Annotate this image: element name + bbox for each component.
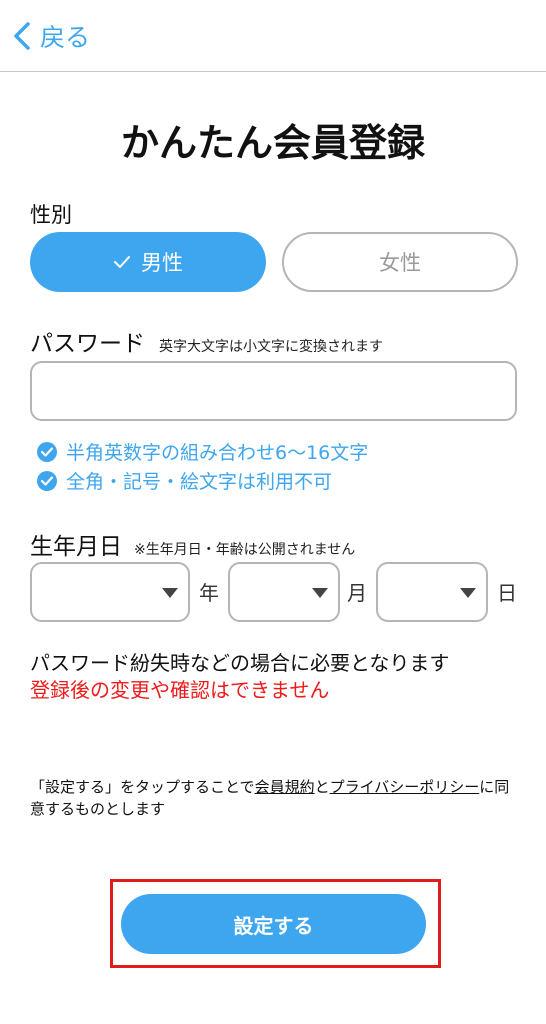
birthdate-label: 生年月日 [30, 534, 122, 560]
terms-prefix: 「設定する」をタップすることで [30, 778, 255, 796]
warning-text: 登録後の変更や確認はできません [30, 678, 330, 702]
chevron-down-icon [162, 588, 178, 598]
password-rule-1: 半角英数字の組み合わせ6〜16文字 [36, 438, 368, 465]
month-unit: 月 [347, 581, 367, 605]
chevron-down-icon [460, 588, 476, 598]
check-circle-icon [37, 470, 57, 491]
submit-button[interactable]: 設定する [121, 894, 426, 954]
birth-month-select[interactable] [228, 562, 340, 622]
birth-year-select[interactable] [30, 562, 190, 622]
password-rule-2-text: 全角・記号・絵文字は利用不可 [66, 471, 333, 493]
password-rule-1-text: 半角英数字の組み合わせ6〜16文字 [66, 442, 369, 464]
check-circle-icon [37, 441, 57, 462]
password-label: パスワード [30, 331, 145, 357]
password-rule-2: 全角・記号・絵文字は利用不可 [36, 467, 332, 494]
back-button[interactable]: 戻る [12, 16, 90, 56]
birth-day-select[interactable] [376, 562, 488, 622]
birthdate-header: 生年月日 ※生年月日・年齢は公開されません [30, 527, 355, 561]
terms-link[interactable]: 会員規約 [255, 778, 315, 796]
info-text: パスワード紛失時などの場合に必要となります [30, 651, 450, 675]
top-bar: 戻る [0, 0, 546, 72]
privacy-policy-link[interactable]: プライバシーポリシー [330, 778, 480, 796]
password-input[interactable] [30, 361, 517, 421]
chevron-left-icon [14, 22, 30, 50]
terms-and: と [314, 778, 330, 796]
gender-label: 性別 [30, 203, 72, 227]
page-title: かんたん会員登録 [120, 121, 425, 165]
birthdate-note: ※生年月日・年齢は公開されません [134, 542, 356, 558]
year-unit: 年 [199, 581, 219, 605]
gender-female-option[interactable]: 女性 [282, 232, 518, 292]
day-unit: 日 [497, 581, 517, 605]
terms-agreement: 「設定する」をタップすることで会員規約とプライバシーポリシーに同意するものとしま… [30, 776, 520, 820]
gender-female-label: 女性 [379, 251, 421, 275]
password-header: パスワード 英字大文字は小文字に変換されます [30, 324, 383, 358]
gender-male-label: 男性 [141, 251, 183, 275]
chevron-down-icon [312, 588, 328, 598]
check-icon [114, 256, 130, 268]
gender-male-option[interactable]: 男性 [30, 232, 266, 292]
back-label: 戻る [40, 23, 91, 52]
password-note: 英字大文字は小文字に変換されます [159, 339, 383, 355]
